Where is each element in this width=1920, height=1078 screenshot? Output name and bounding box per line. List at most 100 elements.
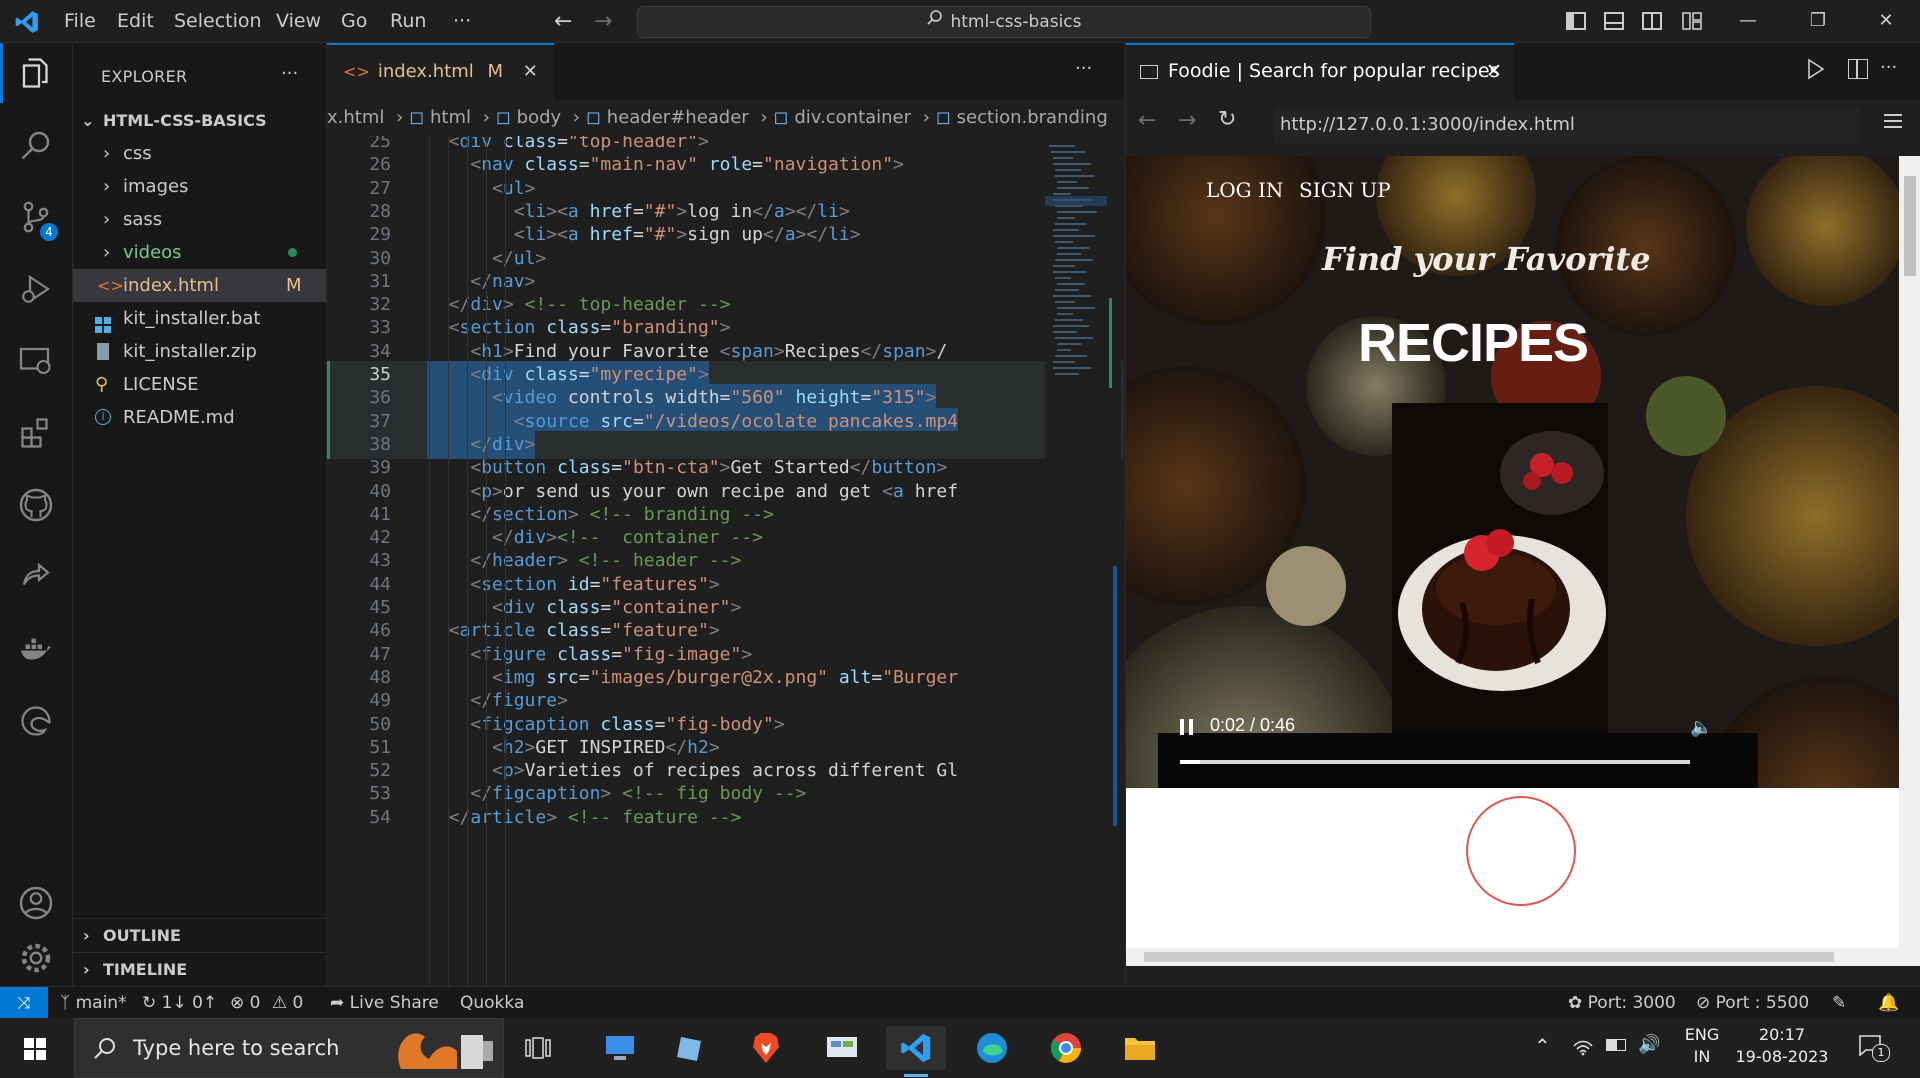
- code-editor[interactable]: 25 <div class="top-header"> 26 <nav class…: [327, 136, 1124, 986]
- nav-signup[interactable]: SIGN UP: [1299, 178, 1391, 202]
- explorer-icon[interactable]: [0, 43, 72, 103]
- minimize-icon[interactable]: —: [1718, 0, 1778, 42]
- tab-foodie-preview[interactable]: Foodie | Search for popular recipes ✕: [1126, 43, 1514, 100]
- tree-file-kit-installer-zip[interactable]: kit_installer.zip: [73, 335, 326, 368]
- accounts-icon[interactable]: [0, 873, 72, 933]
- extensions-icon[interactable]: [0, 403, 72, 463]
- hamburger-menu-icon[interactable]: [1884, 114, 1902, 128]
- docker-icon[interactable]: [0, 619, 72, 679]
- video-progress-track[interactable]: [1180, 760, 1690, 764]
- run-debug-icon[interactable]: [0, 259, 72, 319]
- close-tab-icon[interactable]: ✕: [1486, 45, 1502, 98]
- task-view-icon[interactable]: [508, 1026, 568, 1070]
- breadcrumb-item[interactable]: div.container: [794, 107, 911, 128]
- github-icon[interactable]: [0, 475, 72, 535]
- restore-icon[interactable]: ❐: [1788, 0, 1848, 42]
- brave-browser-icon[interactable]: [736, 1026, 796, 1070]
- browser-back-icon[interactable]: ←: [1138, 108, 1156, 133]
- breadcrumb-item[interactable]: header#header: [607, 107, 749, 128]
- menu-run[interactable]: Run: [390, 0, 426, 42]
- command-center[interactable]: html-css-basics: [637, 6, 1371, 38]
- toggle-secondary-sidebar-icon[interactable]: [1642, 12, 1662, 30]
- volume-icon[interactable]: 🔈: [1690, 717, 1712, 738]
- battery-icon[interactable]: [1606, 1039, 1626, 1051]
- show-hidden-icons-chevron[interactable]: ⌃: [1534, 1034, 1551, 1058]
- wifi-icon[interactable]: [1572, 1036, 1594, 1060]
- minimap[interactable]: [1045, 136, 1107, 476]
- problems-item[interactable]: ⊗ 0 ⚠ 0: [230, 987, 303, 1019]
- tree-file-readme-md[interactable]: i README.md: [73, 401, 326, 434]
- file-explorer-icon[interactable]: [1110, 1026, 1170, 1070]
- clock[interactable]: 20:17 19-08-2023: [1730, 1024, 1834, 1068]
- action-center-icon[interactable]: 1: [1858, 1034, 1890, 1062]
- menu-selection[interactable]: Selection: [174, 0, 262, 42]
- back-arrow-icon[interactable]: ←: [554, 9, 572, 34]
- breadcrumb-item[interactable]: html: [430, 107, 471, 128]
- close-tab-icon[interactable]: ✕: [523, 61, 538, 82]
- settings-gear-icon[interactable]: [0, 928, 72, 988]
- breadcrumb-item[interactable]: x.html: [327, 107, 384, 128]
- tab-index-html[interactable]: <> index.html M ✕: [327, 43, 554, 100]
- page-vertical-scrollbar[interactable]: [1899, 156, 1920, 966]
- menu-view[interactable]: View: [276, 0, 321, 42]
- edge-devtools-icon[interactable]: [0, 691, 72, 751]
- tree-file-license[interactable]: ⚲ LICENSE: [73, 368, 326, 401]
- vscode-taskbar-icon[interactable]: [886, 1026, 946, 1077]
- outline-section[interactable]: › OUTLINE: [73, 919, 326, 952]
- quokka-item[interactable]: Quokka: [460, 987, 524, 1019]
- input-language[interactable]: ENG IN: [1682, 1024, 1722, 1068]
- tree-folder-videos[interactable]: › videos: [73, 236, 326, 269]
- windows-start-icon[interactable]: [24, 1038, 46, 1064]
- port-3000-item[interactable]: ✿ Port: 3000: [1568, 987, 1676, 1019]
- browser-forward-icon[interactable]: →: [1178, 108, 1196, 133]
- close-window-icon[interactable]: ✕: [1856, 0, 1916, 42]
- desktop-app-icon[interactable]: [590, 1026, 650, 1070]
- notifications-bell-icon[interactable]: 🔔: [1878, 987, 1899, 1019]
- menu-go[interactable]: Go: [341, 0, 367, 42]
- port-5500-item[interactable]: ⊘ Port : 5500: [1696, 987, 1809, 1019]
- source-control-icon[interactable]: 4: [0, 187, 72, 247]
- breadcrumb-item[interactable]: body: [517, 107, 562, 128]
- sync-item[interactable]: ↻ 1↓ 0↑: [142, 987, 217, 1019]
- remote-explorer-icon[interactable]: [0, 331, 72, 391]
- volume-icon[interactable]: 🔊: [1638, 1034, 1660, 1055]
- tree-file-kit-installer-bat[interactable]: kit_installer.bat: [73, 302, 326, 335]
- menu-file[interactable]: File: [64, 0, 96, 42]
- feedback-icon[interactable]: ✎: [1832, 987, 1846, 1019]
- live-share-icon[interactable]: [0, 547, 72, 607]
- timeline-section[interactable]: › TIMELINE: [73, 953, 326, 986]
- remote-indicator[interactable]: ⤨: [0, 987, 48, 1019]
- workspace-root[interactable]: ⌄ HTML-CSS-BASICS: [73, 104, 326, 137]
- reload-icon[interactable]: ↻: [1218, 107, 1236, 132]
- branch-item[interactable]: ᛉ main*: [60, 987, 127, 1019]
- tree-file-index-html[interactable]: <> index.html M: [73, 269, 326, 302]
- search-sidebar-icon[interactable]: [0, 115, 72, 175]
- tree-folder-sass[interactable]: › sass: [73, 203, 326, 236]
- chrome-browser-icon[interactable]: [1036, 1026, 1096, 1070]
- explorer-more-button[interactable]: ···: [281, 63, 298, 84]
- toggle-primary-sidebar-icon[interactable]: [1566, 12, 1586, 30]
- page-horizontal-scrollbar[interactable]: [1126, 948, 1899, 966]
- nav-login[interactable]: LOG IN: [1206, 178, 1283, 202]
- notes-app-icon[interactable]: [660, 1026, 720, 1070]
- video-player[interactable]: 0:02 / 0:46 🔈: [1158, 403, 1758, 789]
- pause-icon[interactable]: [1180, 719, 1194, 735]
- forward-arrow-icon[interactable]: →: [594, 9, 612, 34]
- control-panel-icon[interactable]: [812, 1026, 872, 1070]
- live-share-item[interactable]: ➦ Live Share: [330, 987, 439, 1019]
- code-line[interactable]: 54 </article> <!-- feature -->: [327, 804, 1124, 833]
- editor-more-button[interactable]: ···: [1075, 58, 1092, 79]
- tree-folder-css[interactable]: › css: [73, 137, 326, 170]
- url-input[interactable]: http://127.0.0.1:3000/index.html: [1274, 107, 1860, 143]
- edge-browser-icon[interactable]: [962, 1026, 1022, 1070]
- run-icon[interactable]: [1806, 58, 1826, 84]
- menu-edit[interactable]: Edit: [117, 0, 154, 42]
- split-editor-icon[interactable]: [1848, 59, 1868, 79]
- page-viewport[interactable]: LOG IN SIGN UP Find your Favorite RECIPE…: [1126, 156, 1899, 966]
- tree-folder-images[interactable]: › images: [73, 170, 326, 203]
- editor-scrollbar[interactable]: [1107, 136, 1121, 986]
- browser-more-button[interactable]: ···: [1880, 57, 1897, 78]
- taskbar-search[interactable]: Type here to search: [74, 1018, 504, 1078]
- menu-more[interactable]: ···: [453, 0, 471, 42]
- breadcrumb-item[interactable]: section.branding: [957, 107, 1108, 128]
